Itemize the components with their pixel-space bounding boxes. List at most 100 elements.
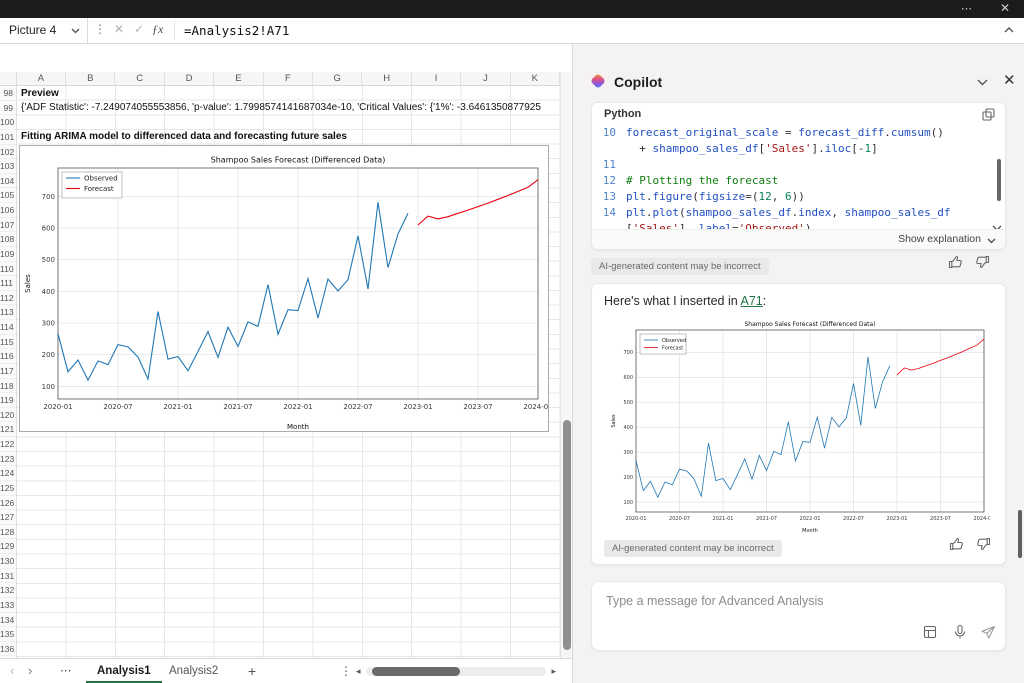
row-header[interactable]: 113	[0, 305, 16, 320]
row-header[interactable]: 103	[0, 159, 16, 174]
row-header[interactable]: 119	[0, 393, 16, 408]
row-header[interactable]: 135	[0, 627, 16, 642]
row-header[interactable]: 118	[0, 379, 16, 394]
collapse-panel-icon[interactable]	[977, 79, 988, 86]
prev-sheet-icon[interactable]: ‹	[10, 659, 14, 683]
horizontal-scrollbar-track[interactable]	[366, 667, 546, 676]
row-header[interactable]: 128	[0, 525, 16, 540]
row-header[interactable]: 105	[0, 188, 16, 203]
row-header[interactable]: 121	[0, 422, 16, 437]
panel-scrollbar-thumb[interactable]	[1018, 510, 1022, 558]
row-header[interactable]: 108	[0, 232, 16, 247]
show-explanation-button[interactable]: Show explanation	[898, 233, 981, 245]
code-line: + shampoo_sales_df['Sales'].iloc[-1]	[592, 141, 1005, 157]
row-header[interactable]: 130	[0, 554, 16, 569]
row-header[interactable]: 129	[0, 539, 16, 554]
mic-icon[interactable]	[952, 624, 968, 640]
row-header[interactable]: 131	[0, 569, 16, 584]
more-sheets-icon[interactable]: ⋯	[60, 659, 73, 683]
code-block[interactable]: 10forecast_original_scale = forecast_dif…	[592, 125, 1005, 229]
window-more-icon[interactable]: ⋯	[961, 2, 972, 15]
column-header[interactable]: A	[17, 72, 66, 85]
thumbs-up-icon[interactable]	[949, 536, 965, 552]
embedded-chart[interactable]: 1002003004005006007002020-012020-072021-…	[19, 145, 549, 432]
row-header[interactable]: 133	[0, 598, 16, 613]
row-header[interactable]: 98	[0, 86, 16, 101]
scroll-right-icon[interactable]: ▸	[551, 659, 556, 683]
cell-text[interactable]: {'ADF Statistic': -7.249074055553856, 'p…	[21, 102, 557, 113]
svg-text:2023-07: 2023-07	[463, 403, 492, 411]
add-sheet-button[interactable]: +	[248, 659, 256, 683]
cancel-icon[interactable]: ✕	[114, 22, 124, 36]
row-header[interactable]: 110	[0, 262, 16, 277]
row-header[interactable]: 109	[0, 247, 16, 262]
row-header[interactable]: 106	[0, 203, 16, 218]
column-header[interactable]: C	[115, 72, 164, 85]
column-header[interactable]: H	[362, 72, 411, 85]
chevron-down-icon[interactable]	[71, 28, 80, 34]
window-close-icon[interactable]: ✕	[1000, 1, 1010, 15]
row-header[interactable]: 125	[0, 481, 16, 496]
row-header[interactable]: 117	[0, 364, 16, 379]
row-header[interactable]: 114	[0, 320, 16, 335]
row-header[interactable]: 132	[0, 583, 16, 598]
row-header[interactable]: 134	[0, 613, 16, 628]
row-header[interactable]: 123	[0, 452, 16, 467]
ai-disclaimer-badge: AI-generated content may be incorrect	[591, 258, 769, 275]
row-header[interactable]: 127	[0, 510, 16, 525]
send-icon[interactable]	[980, 624, 997, 641]
column-header[interactable]: I	[412, 72, 461, 85]
row-header[interactable]: 104	[0, 174, 16, 189]
vertical-scrollbar-thumb[interactable]	[563, 420, 571, 650]
column-header[interactable]: J	[461, 72, 510, 85]
formula-input[interactable]: =Analysis2!A71	[184, 23, 289, 38]
row-header[interactable]: 99	[0, 101, 16, 116]
cell-text[interactable]: Preview	[21, 88, 557, 99]
row-header[interactable]: 122	[0, 437, 16, 452]
code-scrollbar-thumb[interactable]	[997, 159, 1001, 201]
svg-text:2020-01: 2020-01	[43, 403, 72, 411]
copy-code-icon[interactable]	[982, 108, 995, 121]
insert-in-sheet-icon[interactable]	[922, 624, 938, 640]
select-all-corner[interactable]	[0, 72, 17, 85]
horizontal-scrollbar[interactable]: ◂ ▸	[354, 659, 558, 683]
column-header[interactable]: E	[214, 72, 263, 85]
row-header[interactable]: 124	[0, 466, 16, 481]
thumbs-down-icon[interactable]	[975, 536, 991, 552]
row-header[interactable]: 107	[0, 218, 16, 233]
thumbs-up-icon[interactable]	[948, 254, 964, 270]
name-box[interactable]: Picture 4	[0, 18, 88, 43]
vertical-scrollbar[interactable]	[560, 72, 572, 658]
column-header[interactable]: F	[264, 72, 313, 85]
row-header[interactable]: 101	[0, 130, 16, 145]
expand-formula-bar-icon[interactable]	[1004, 27, 1014, 33]
row-header[interactable]: 136	[0, 642, 16, 657]
insert-function-icon[interactable]: ƒx	[152, 22, 163, 37]
chevron-down-icon[interactable]	[987, 238, 996, 244]
row-header[interactable]: 115	[0, 335, 16, 350]
sheet-tab-analysis2[interactable]: Analysis2	[158, 659, 229, 683]
cell-text[interactable]: Fitting ARIMA model to differenced data …	[21, 131, 557, 142]
horizontal-scrollbar-thumb[interactable]	[372, 667, 460, 676]
scroll-left-icon[interactable]: ◂	[356, 659, 361, 683]
sheet-menu-icon[interactable]: ⋮	[340, 659, 352, 683]
thumbs-down-icon[interactable]	[974, 254, 990, 270]
row-header[interactable]: 120	[0, 408, 16, 423]
message-input[interactable]	[598, 588, 998, 622]
sheet-tab-analysis1[interactable]: Analysis1	[86, 659, 162, 683]
name-box-menu-icon[interactable]: ⋮	[94, 22, 106, 36]
row-header[interactable]: 126	[0, 496, 16, 511]
next-sheet-icon[interactable]: ›	[28, 659, 32, 683]
row-header[interactable]: 116	[0, 349, 16, 364]
column-header[interactable]: D	[165, 72, 214, 85]
column-header[interactable]: K	[511, 72, 560, 85]
row-header[interactable]: 111	[0, 276, 16, 291]
row-header[interactable]: 100	[0, 115, 16, 130]
cell-reference-link[interactable]: A71	[740, 294, 762, 308]
row-header[interactable]: 112	[0, 291, 16, 306]
row-header[interactable]: 102	[0, 145, 16, 160]
enter-icon[interactable]: ✓	[134, 22, 144, 36]
column-header[interactable]: B	[66, 72, 115, 85]
column-header[interactable]: G	[313, 72, 362, 85]
close-panel-icon[interactable]: ✕	[1003, 71, 1016, 89]
